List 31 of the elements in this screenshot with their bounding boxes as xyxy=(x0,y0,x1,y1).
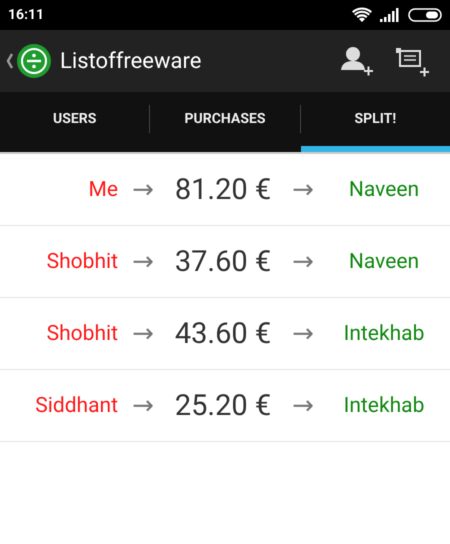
tab[interactable]: SPLIT! xyxy=(300,92,450,152)
clock: 16:11 xyxy=(8,7,46,23)
payee-name: Intekhab xyxy=(344,322,424,346)
payer-name: Siddhant xyxy=(35,394,119,418)
payer-name: Shobhit xyxy=(46,322,119,346)
add-user-icon[interactable] xyxy=(340,44,374,78)
battery-icon xyxy=(408,8,442,22)
divide-logo-icon xyxy=(17,44,51,78)
arrow: → xyxy=(132,174,154,204)
back-icon[interactable] xyxy=(6,53,14,69)
amount: 81.20 € xyxy=(174,172,272,206)
arrow: → xyxy=(132,246,154,276)
payee-name: Intekhab xyxy=(344,394,424,418)
payer-name: Shobhit xyxy=(46,250,119,274)
payee-name: Naveen xyxy=(348,250,420,274)
tab[interactable]: PURCHASES xyxy=(150,92,300,152)
amount: 37.60 € xyxy=(174,244,272,278)
amount: 43.60 € xyxy=(174,316,272,350)
app-title: Listoffreeware xyxy=(60,48,202,74)
payer-name: Me xyxy=(88,178,119,202)
arrow: → xyxy=(132,318,154,348)
wifi-icon xyxy=(352,7,372,23)
amount: 25.20 € xyxy=(174,388,272,422)
arrow: → xyxy=(292,318,314,348)
tab[interactable]: USERS xyxy=(0,92,150,152)
payee-name: Naveen xyxy=(348,178,420,202)
arrow: → xyxy=(292,174,314,204)
arrow: → xyxy=(292,246,314,276)
signal-icon xyxy=(380,8,400,22)
arrow: → xyxy=(132,390,154,420)
arrow: → xyxy=(292,390,314,420)
